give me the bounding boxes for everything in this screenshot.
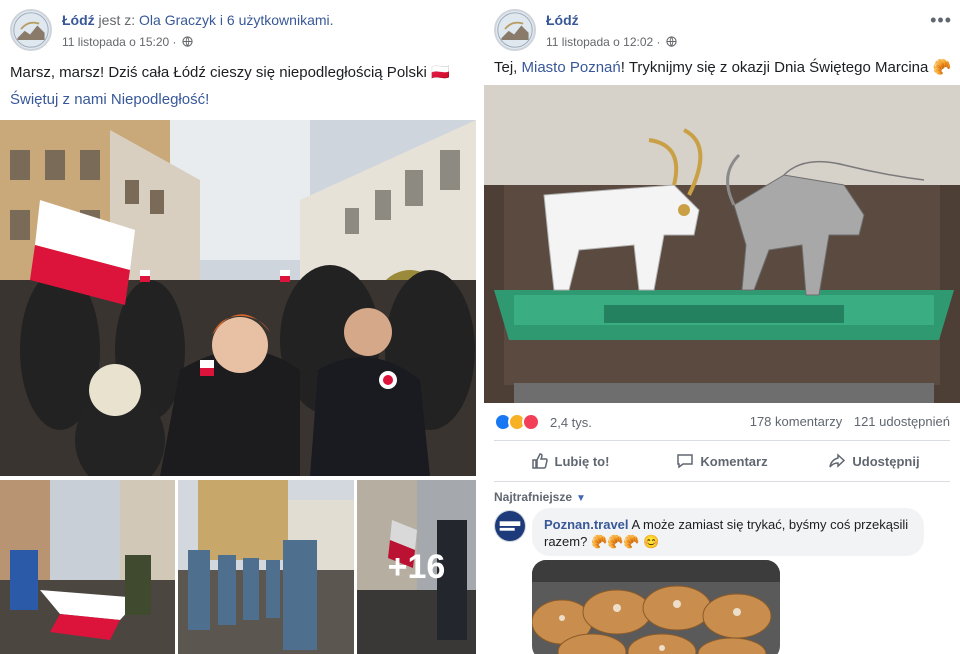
shares-count-link[interactable]: 121 udostępnień (854, 414, 950, 429)
meta-separator: · (172, 35, 177, 49)
thumb-photo-more[interactable]: +16 (357, 480, 476, 654)
header-title: Łódź (546, 12, 579, 28)
post-timestamp[interactable]: 11 listopada o 12:02 (546, 35, 653, 49)
globe-icon (666, 36, 677, 47)
comments-count-link[interactable]: 178 komentarzy (750, 414, 843, 429)
comment-bubble: Poznan.travel A może zamiast się trykać,… (532, 508, 924, 556)
comment-author-link[interactable]: Poznan.travel (544, 517, 629, 532)
thumb-photo-soldiers[interactable] (178, 480, 354, 654)
love-reaction-icon (522, 413, 540, 431)
post-timestamp[interactable]: 11 listopada o 15:20 (62, 35, 169, 49)
reaction-count[interactable]: 2,4 tys. (550, 415, 592, 430)
post-meta: 11 listopada o 15:20 · (62, 35, 193, 49)
more-options-icon[interactable]: ••• (930, 10, 952, 31)
text-body: ! Tryknijmy się z okazji Dnia Świętego M… (620, 59, 952, 76)
page-name-link[interactable]: Łódź (62, 12, 95, 28)
share-label: Udostępnij (852, 453, 920, 469)
hashtag-link[interactable]: Świętuj z nami Niepodległość! (10, 91, 209, 108)
comment-photo-croissants[interactable] (532, 560, 780, 654)
post-lodz-poznan: Łódź 11 listopada o 12:02 · ••• Tej, Mia… (484, 0, 960, 654)
post-action-bar: Lubię to! Komentarz Udostępnij (494, 440, 950, 482)
post-meta: 11 listopada o 12:02 · (546, 35, 677, 49)
main-photo-goats[interactable] (484, 85, 960, 403)
mention-link[interactable]: Miasto Poznań (522, 59, 621, 76)
page-name-link[interactable]: Łódź (546, 12, 579, 28)
commenter-avatar[interactable] (494, 510, 526, 542)
with-label: jest z: (98, 12, 136, 28)
thumb-photo-long-flag[interactable] (0, 480, 175, 654)
share-button[interactable]: Udostępnij (798, 441, 950, 481)
caret-down-icon: ▼ (576, 493, 586, 504)
post-lodz-march: Łódź jest z: Ola Graczyk i 6 użytkownika… (0, 0, 480, 654)
engagement-counts: 178 komentarzy 121 udostępnień (750, 414, 950, 429)
post-text: Marsz, marsz! Dziś cała Łódź cieszy się … (10, 64, 450, 81)
share-icon (829, 453, 846, 468)
main-photo-parade[interactable] (0, 120, 476, 476)
comment-button[interactable]: Komentarz (646, 441, 798, 481)
comment-sort-dropdown[interactable]: Najtrafniejsze ▼ (494, 490, 586, 504)
header-title: Łódź jest z: Ola Graczyk i 6 użytkownika… (62, 12, 334, 28)
page-avatar[interactable] (494, 9, 536, 51)
comment-icon (677, 454, 694, 469)
page-avatar[interactable] (10, 9, 52, 51)
post-text: Tej, Miasto Poznań! Tryknijmy się z okaz… (494, 58, 951, 78)
text-greeting: Tej, (494, 59, 518, 76)
globe-icon (182, 36, 193, 47)
thumbs-up-icon (531, 453, 548, 469)
more-photos-count[interactable]: +16 (357, 480, 476, 654)
like-button[interactable]: Lubię to! (494, 441, 646, 481)
comment-label: Komentarz (700, 453, 768, 469)
reaction-stats: 2,4 tys. 178 komentarzy 121 udostępnień (494, 412, 950, 432)
like-label: Lubię to! (554, 453, 610, 469)
sort-label: Najtrafniejsze (494, 490, 573, 504)
tagged-users-link[interactable]: Ola Graczyk i 6 użytkownikami. (139, 12, 334, 28)
meta-separator: · (656, 35, 661, 49)
